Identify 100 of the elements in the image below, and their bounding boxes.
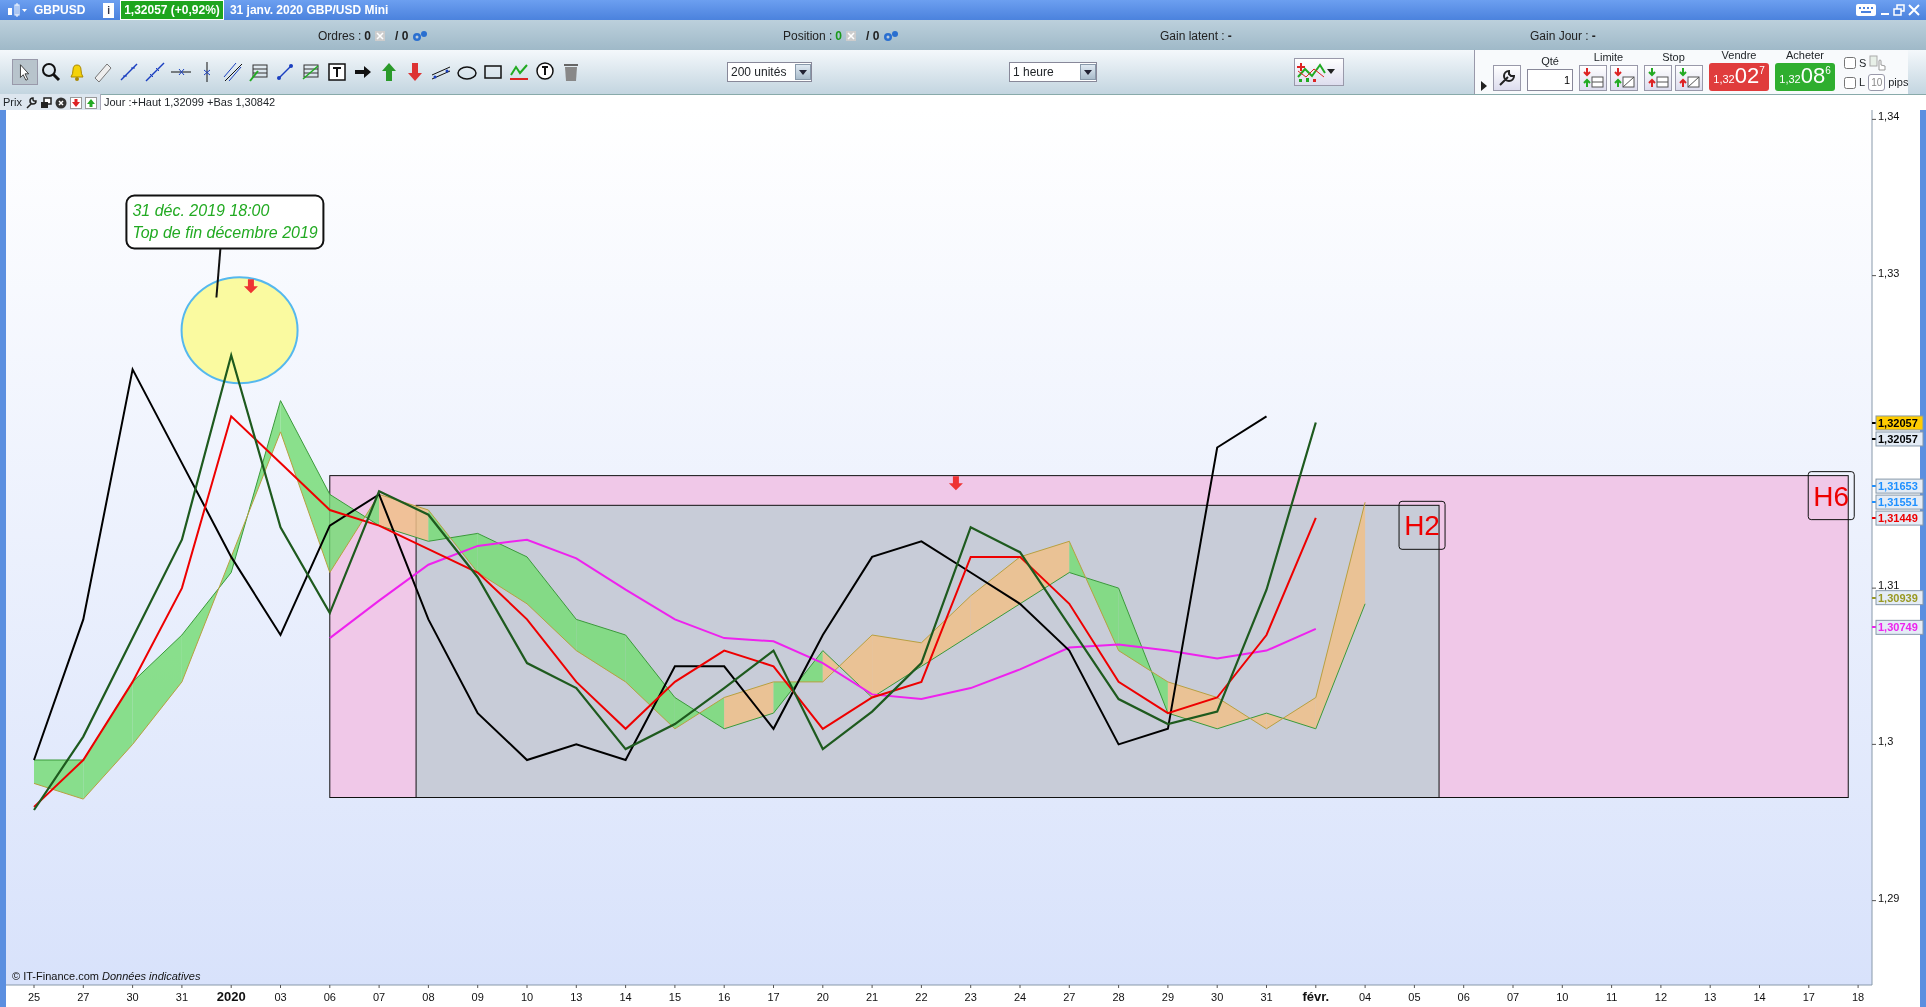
axis-label: 12	[1654, 991, 1668, 1003]
price-tag: 1,32057	[1878, 432, 1918, 445]
checkbox[interactable]	[1844, 76, 1856, 89]
ruler-icon	[92, 61, 114, 83]
search-icon	[40, 61, 62, 83]
caret-icon	[1084, 69, 1092, 75]
axis-label: 06	[1457, 991, 1470, 1003]
price-tag: 1,31449	[1878, 512, 1918, 525]
line-icon	[118, 61, 140, 83]
down-arrow-icon	[948, 476, 963, 491]
axis-label: 20	[816, 991, 829, 1003]
order-arrows-icon	[1677, 67, 1701, 89]
up-arrow-icon[interactable]	[84, 96, 97, 109]
indicator-button[interactable]	[1294, 58, 1344, 86]
axis-label: 17	[1802, 991, 1815, 1003]
axis-label: 1,31	[1878, 579, 1900, 592]
order-arrows-icon	[1581, 67, 1605, 89]
account-value: 0	[835, 28, 843, 45]
caret-icon	[799, 69, 807, 75]
axis-label: 14	[619, 991, 632, 1003]
indicator-chart-icon	[1296, 61, 1326, 83]
field-label: Acheter	[1786, 47, 1824, 63]
close-icon[interactable]	[54, 96, 67, 109]
axis-label: 1,34	[1878, 110, 1900, 123]
account-value: -	[1227, 28, 1232, 45]
callout-text: 31 déc. 2019 18:00	[132, 201, 270, 219]
axis-label: 10	[1556, 991, 1569, 1003]
axis-label: 17	[767, 991, 780, 1003]
wrench-icon[interactable]	[24, 96, 37, 109]
axis-label: 04	[1358, 991, 1372, 1003]
pips-label: pips	[1888, 75, 1909, 91]
quantity-field[interactable]: 1	[1527, 69, 1573, 91]
zone-label: H2	[1398, 500, 1446, 550]
field-label: Qté	[1541, 53, 1559, 69]
axis-label: 22	[915, 991, 928, 1003]
disclaimer-text: Données indicatives	[102, 970, 201, 982]
price-tag: 1,32057	[1878, 416, 1918, 429]
caret-icon	[1326, 69, 1336, 75]
account-label: Ordres :	[318, 28, 362, 45]
axis-label: 29	[1161, 991, 1175, 1003]
axis-label: 14	[1753, 991, 1766, 1003]
account-label: Position :	[783, 28, 833, 45]
order-type-button[interactable]	[1579, 65, 1607, 91]
order-arrows-icon	[1612, 67, 1636, 89]
price-tag: 1,30939	[1878, 591, 1918, 604]
vertical-line-icon	[203, 61, 211, 83]
axis-label: 03	[274, 991, 287, 1003]
price-label: Prix	[3, 95, 22, 111]
order-type-button[interactable]	[1644, 65, 1672, 91]
price-tag: 1,30749	[1878, 621, 1918, 634]
windows-icon[interactable]	[39, 96, 52, 109]
down-arrow-icon	[243, 279, 258, 294]
candlestick-icon[interactable]	[6, 3, 28, 17]
axis-label: 28	[1112, 991, 1125, 1003]
axis-label: 30	[1211, 991, 1224, 1003]
axis-label: 16	[718, 991, 731, 1003]
order-arrows-icon	[1646, 67, 1670, 89]
account-total: / 0	[395, 28, 409, 45]
field-label: Stop	[1662, 49, 1685, 65]
speech-bubble-icon	[534, 61, 556, 83]
checkbox-label: L	[1859, 75, 1866, 91]
keyboard-icon[interactable]	[1855, 3, 1877, 17]
axis-label: 24	[1013, 991, 1027, 1003]
axis-label: 23	[964, 991, 977, 1003]
axis-label: 09	[471, 991, 484, 1003]
price-tag: 1,31653	[1878, 480, 1918, 493]
axis-label: 08	[422, 991, 435, 1003]
axis-label: 27	[77, 991, 90, 1003]
price-change-badge: 1,32057 (+0,92%)	[120, 0, 224, 20]
down-arrow-icon[interactable]	[69, 96, 82, 109]
axis-label: févr.	[1302, 989, 1330, 1004]
order-type-button[interactable]	[1675, 65, 1703, 91]
gears-icon[interactable]	[411, 29, 430, 43]
info-button[interactable]: i	[103, 2, 115, 18]
field-label: Limite	[1593, 49, 1624, 65]
account-label: Gain Jour :	[1530, 28, 1589, 45]
zone-label: H6	[1807, 471, 1855, 521]
grid-chart-icon	[300, 61, 322, 83]
axis-label: 2020	[216, 989, 246, 1004]
grid-chart-icon	[248, 61, 270, 83]
instrument-description: 31 janv. 2020 GBP/USD Mini	[229, 2, 389, 19]
order-type-button[interactable]	[1610, 65, 1638, 91]
parallel-lines-icon	[222, 61, 244, 83]
gears-icon[interactable]	[882, 29, 901, 43]
pips-field[interactable]: 10	[1868, 74, 1886, 91]
text-icon	[326, 61, 348, 83]
checkbox[interactable]	[1844, 56, 1856, 69]
settings-button[interactable]	[1493, 65, 1521, 91]
account-value: -	[1591, 28, 1596, 45]
tool-pointer-button[interactable]	[12, 59, 38, 85]
dropdown[interactable]: 1 heure	[1009, 62, 1097, 82]
horizontal-line-icon	[170, 68, 192, 76]
restore-icon[interactable]	[1893, 4, 1905, 16]
price-tag: 1,31551	[1878, 496, 1918, 509]
dropdown[interactable]: 200 unités	[727, 62, 812, 82]
play-arrow-icon[interactable]	[1481, 81, 1487, 91]
axis-label: 13	[570, 991, 583, 1003]
axis-label: 1,29	[1878, 891, 1900, 904]
account-total: / 0	[866, 28, 880, 45]
axis-label: 30	[126, 991, 139, 1003]
